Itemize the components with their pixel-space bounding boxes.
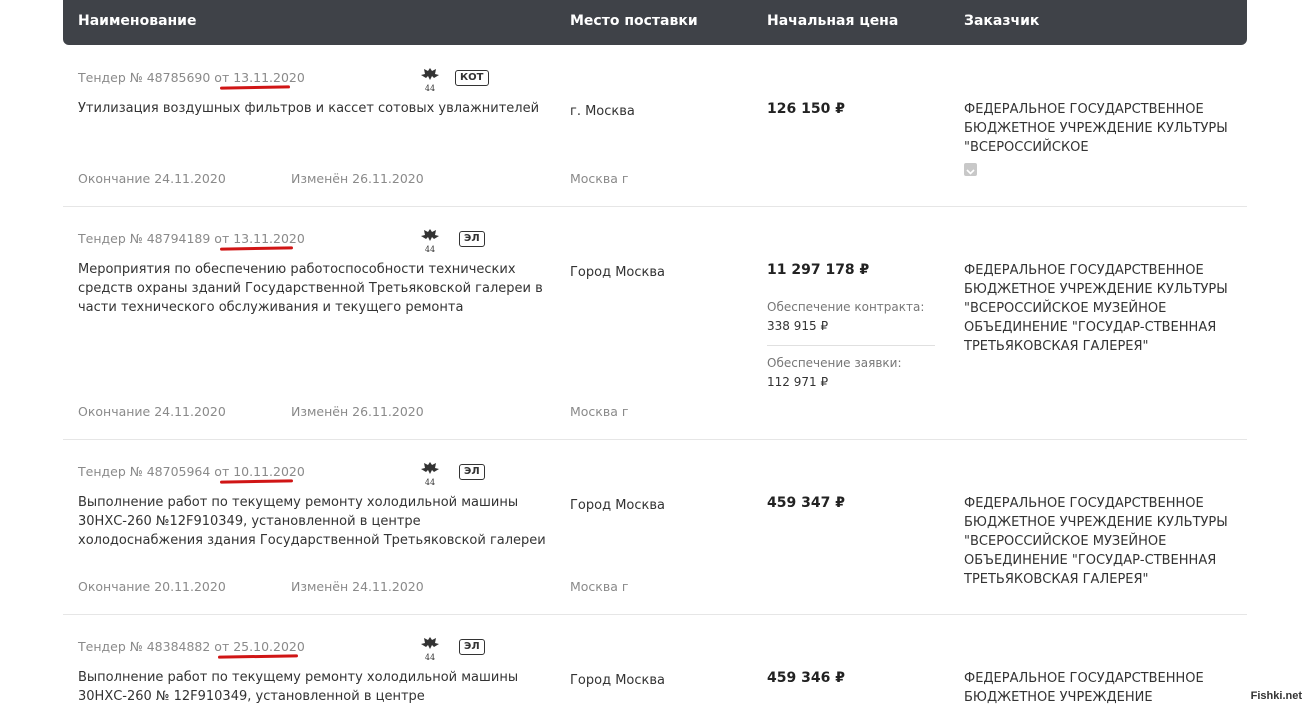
tender-date: 25.10.2020 (233, 639, 305, 654)
bid-security-value: 112 971 ₽ (767, 375, 829, 389)
delivery-place: г. Москва (570, 104, 635, 119)
procedure-badge: ЭЛ (459, 464, 485, 480)
changed-date: Изменён 26.11.2020 (291, 404, 424, 419)
end-date: Окончание 24.11.2020 (78, 404, 226, 419)
eagle-emblem-icon: 44 (421, 462, 439, 486)
svg-text:44: 44 (425, 84, 435, 92)
expand-chevron-icon[interactable] (964, 163, 977, 176)
red-underline-mark (219, 85, 291, 90)
contract-security-value: 338 915 ₽ (767, 319, 829, 333)
customer-name[interactable]: ФЕДЕРАЛЬНОЕ ГОСУДАРСТВЕННОЕ БЮДЖЕТНОЕ УЧ… (964, 494, 1239, 589)
delivery-place: Город Москва (570, 673, 666, 688)
changed-date: Изменён 24.11.2020 (291, 579, 424, 594)
customer-name[interactable]: ФЕДЕРАЛЬНОЕ ГОСУДАРСТВЕННОЕ БЮДЖЕТНОЕ УЧ… (964, 669, 1239, 706)
procedure-badge: ЭЛ (459, 639, 485, 655)
procedure-badge: КОТ (455, 70, 489, 86)
procedure-badge: ЭЛ (459, 231, 485, 247)
svg-text:44: 44 (425, 653, 435, 661)
delivery-place: Город Москва (570, 498, 666, 513)
tender-date: 10.11.2020 (233, 464, 305, 479)
tender-title[interactable]: Выполнение работ по текущему ремонту хол… (78, 493, 548, 550)
header-price[interactable]: Начальная цена (767, 13, 898, 29)
eagle-emblem-icon: 44 (421, 637, 439, 661)
red-underline-mark (219, 246, 294, 251)
tender-date: 13.11.2020 (233, 70, 305, 85)
red-underline-mark (217, 654, 299, 659)
tender-number: Тендер № 48794189 от 13.11.2020 (78, 231, 305, 246)
tender-title[interactable]: Утилизация воздушных фильтров и кассет с… (78, 99, 548, 118)
tender-row[interactable]: Тендер № 48794189 от 13.11.2020 44 ЭЛ Ме… (63, 207, 1247, 440)
end-date: Окончание 24.11.2020 (78, 171, 226, 186)
start-price: 11 297 178 ₽ (767, 262, 870, 278)
customer-name[interactable]: ФЕДЕРАЛЬНОЕ ГОСУДАРСТВЕННОЕ БЮДЖЕТНОЕ УЧ… (964, 261, 1239, 356)
end-date: Окончание 20.11.2020 (78, 579, 226, 594)
contract-security-label: Обеспечение контракта: (767, 300, 925, 314)
tender-date: 13.11.2020 (233, 231, 305, 246)
tender-row[interactable]: Тендер № 48785690 от 13.11.2020 44 КОТ У… (63, 46, 1247, 207)
tender-title[interactable]: Мероприятия по обеспечению работоспособн… (78, 260, 548, 317)
eagle-emblem-icon: 44 (421, 68, 439, 92)
header-place[interactable]: Место поставки (570, 13, 698, 29)
tender-number: Тендер № 48785690 от 13.11.2020 (78, 70, 305, 85)
header-customer[interactable]: Заказчик (964, 13, 1039, 29)
start-price: 459 347 ₽ (767, 495, 845, 511)
customer-name[interactable]: ФЕДЕРАЛЬНОЕ ГОСУДАРСТВЕННОЕ БЮДЖЕТНОЕ УЧ… (964, 100, 1239, 157)
divider (767, 345, 935, 346)
region: Москва г (570, 579, 629, 594)
red-underline-mark (219, 479, 294, 484)
eagle-emblem-icon: 44 (421, 229, 439, 253)
tender-number: Тендер № 48705964 от 10.11.2020 (78, 464, 305, 479)
region: Москва г (570, 404, 629, 419)
header-name[interactable]: Наименование (78, 13, 197, 29)
table-header: Наименование Место поставки Начальная це… (63, 0, 1247, 45)
tender-row[interactable]: Тендер № 48705964 от 10.11.2020 44 ЭЛ Вы… (63, 440, 1247, 615)
region: Москва г (570, 171, 629, 186)
start-price: 459 346 ₽ (767, 670, 845, 686)
watermark-text: Fishki.net (1250, 690, 1302, 702)
tender-number: Тендер № 48384882 от 25.10.2020 (78, 639, 305, 654)
changed-date: Изменён 26.11.2020 (291, 171, 424, 186)
bid-security-label: Обеспечение заявки: (767, 356, 902, 370)
svg-text:44: 44 (425, 478, 435, 486)
start-price: 126 150 ₽ (767, 101, 845, 117)
delivery-place: Город Москва (570, 265, 666, 280)
tender-row[interactable]: Тендер № 48384882 от 25.10.2020 44 ЭЛ Вы… (63, 615, 1247, 706)
svg-text:44: 44 (425, 245, 435, 253)
tender-title[interactable]: Выполнение работ по текущему ремонту хол… (78, 668, 548, 706)
